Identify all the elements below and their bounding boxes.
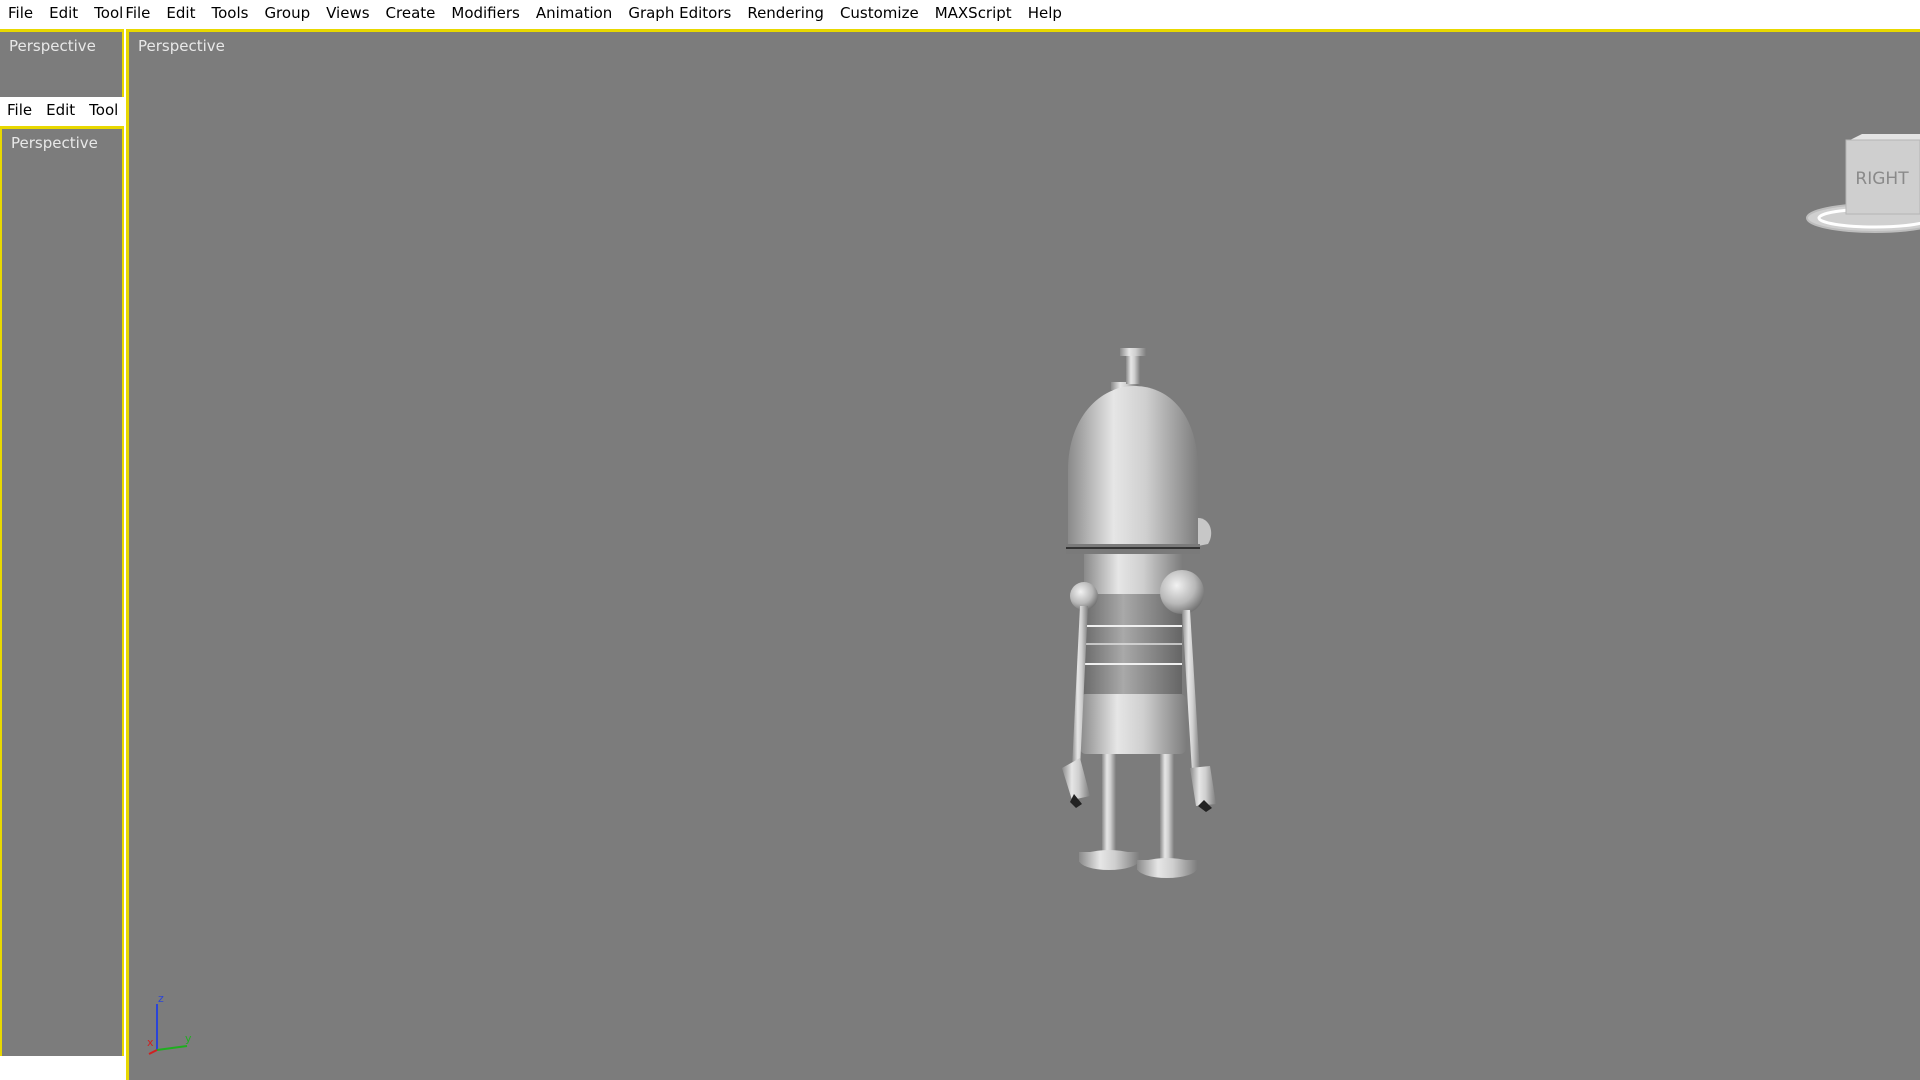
menu-file[interactable]: File: [0, 0, 41, 26]
menu-maxscript[interactable]: MAXScript: [927, 0, 1020, 26]
viewport-label[interactable]: Perspective: [9, 37, 96, 55]
menu-modifiers[interactable]: Modifiers: [443, 0, 527, 26]
robot-model: [1062, 348, 1216, 878]
menu-edit-2[interactable]: Edit: [158, 0, 203, 26]
mini-menubar: File Edit Tool: [0, 97, 124, 123]
axis-y-label: y: [185, 1032, 192, 1045]
axis-tripod-icon: z y x: [147, 992, 192, 1055]
menu-file-2[interactable]: File: [125, 0, 158, 26]
menu-edit[interactable]: Edit: [41, 0, 86, 26]
menu-views[interactable]: Views: [318, 0, 377, 26]
menu-create[interactable]: Create: [378, 0, 444, 26]
main-menubar: File Edit Tool File Edit Tools Group Vie…: [0, 0, 1920, 26]
menu-group[interactable]: Group: [256, 0, 318, 26]
menu-animation[interactable]: Animation: [528, 0, 620, 26]
viewport-label[interactable]: Perspective: [11, 134, 98, 152]
menu-tools[interactable]: Tools: [203, 0, 256, 26]
mini-menu-file[interactable]: File: [0, 97, 39, 123]
menu-tool[interactable]: Tool: [86, 0, 125, 26]
menu-graph-editors[interactable]: Graph Editors: [620, 0, 739, 26]
axis-z-label: z: [158, 992, 164, 1005]
viewcube-icon[interactable]: RIGHT: [1800, 134, 1920, 244]
axis-x-label: x: [147, 1036, 154, 1049]
menu-customize[interactable]: Customize: [832, 0, 927, 26]
viewport-perspective-main[interactable]: Perspective RIGHT z y x: [126, 29, 1920, 1080]
mini-menu-edit[interactable]: Edit: [39, 97, 82, 123]
menu-help[interactable]: Help: [1020, 0, 1070, 26]
viewcube-face-label: RIGHT: [1855, 169, 1909, 189]
menu-rendering[interactable]: Rendering: [739, 0, 832, 26]
viewport-label[interactable]: Perspective: [138, 37, 225, 55]
viewport-small-top[interactable]: Perspective: [0, 29, 124, 97]
mini-menu-tool[interactable]: Tool: [82, 97, 124, 123]
viewport-small-left[interactable]: Perspective: [0, 126, 124, 1056]
